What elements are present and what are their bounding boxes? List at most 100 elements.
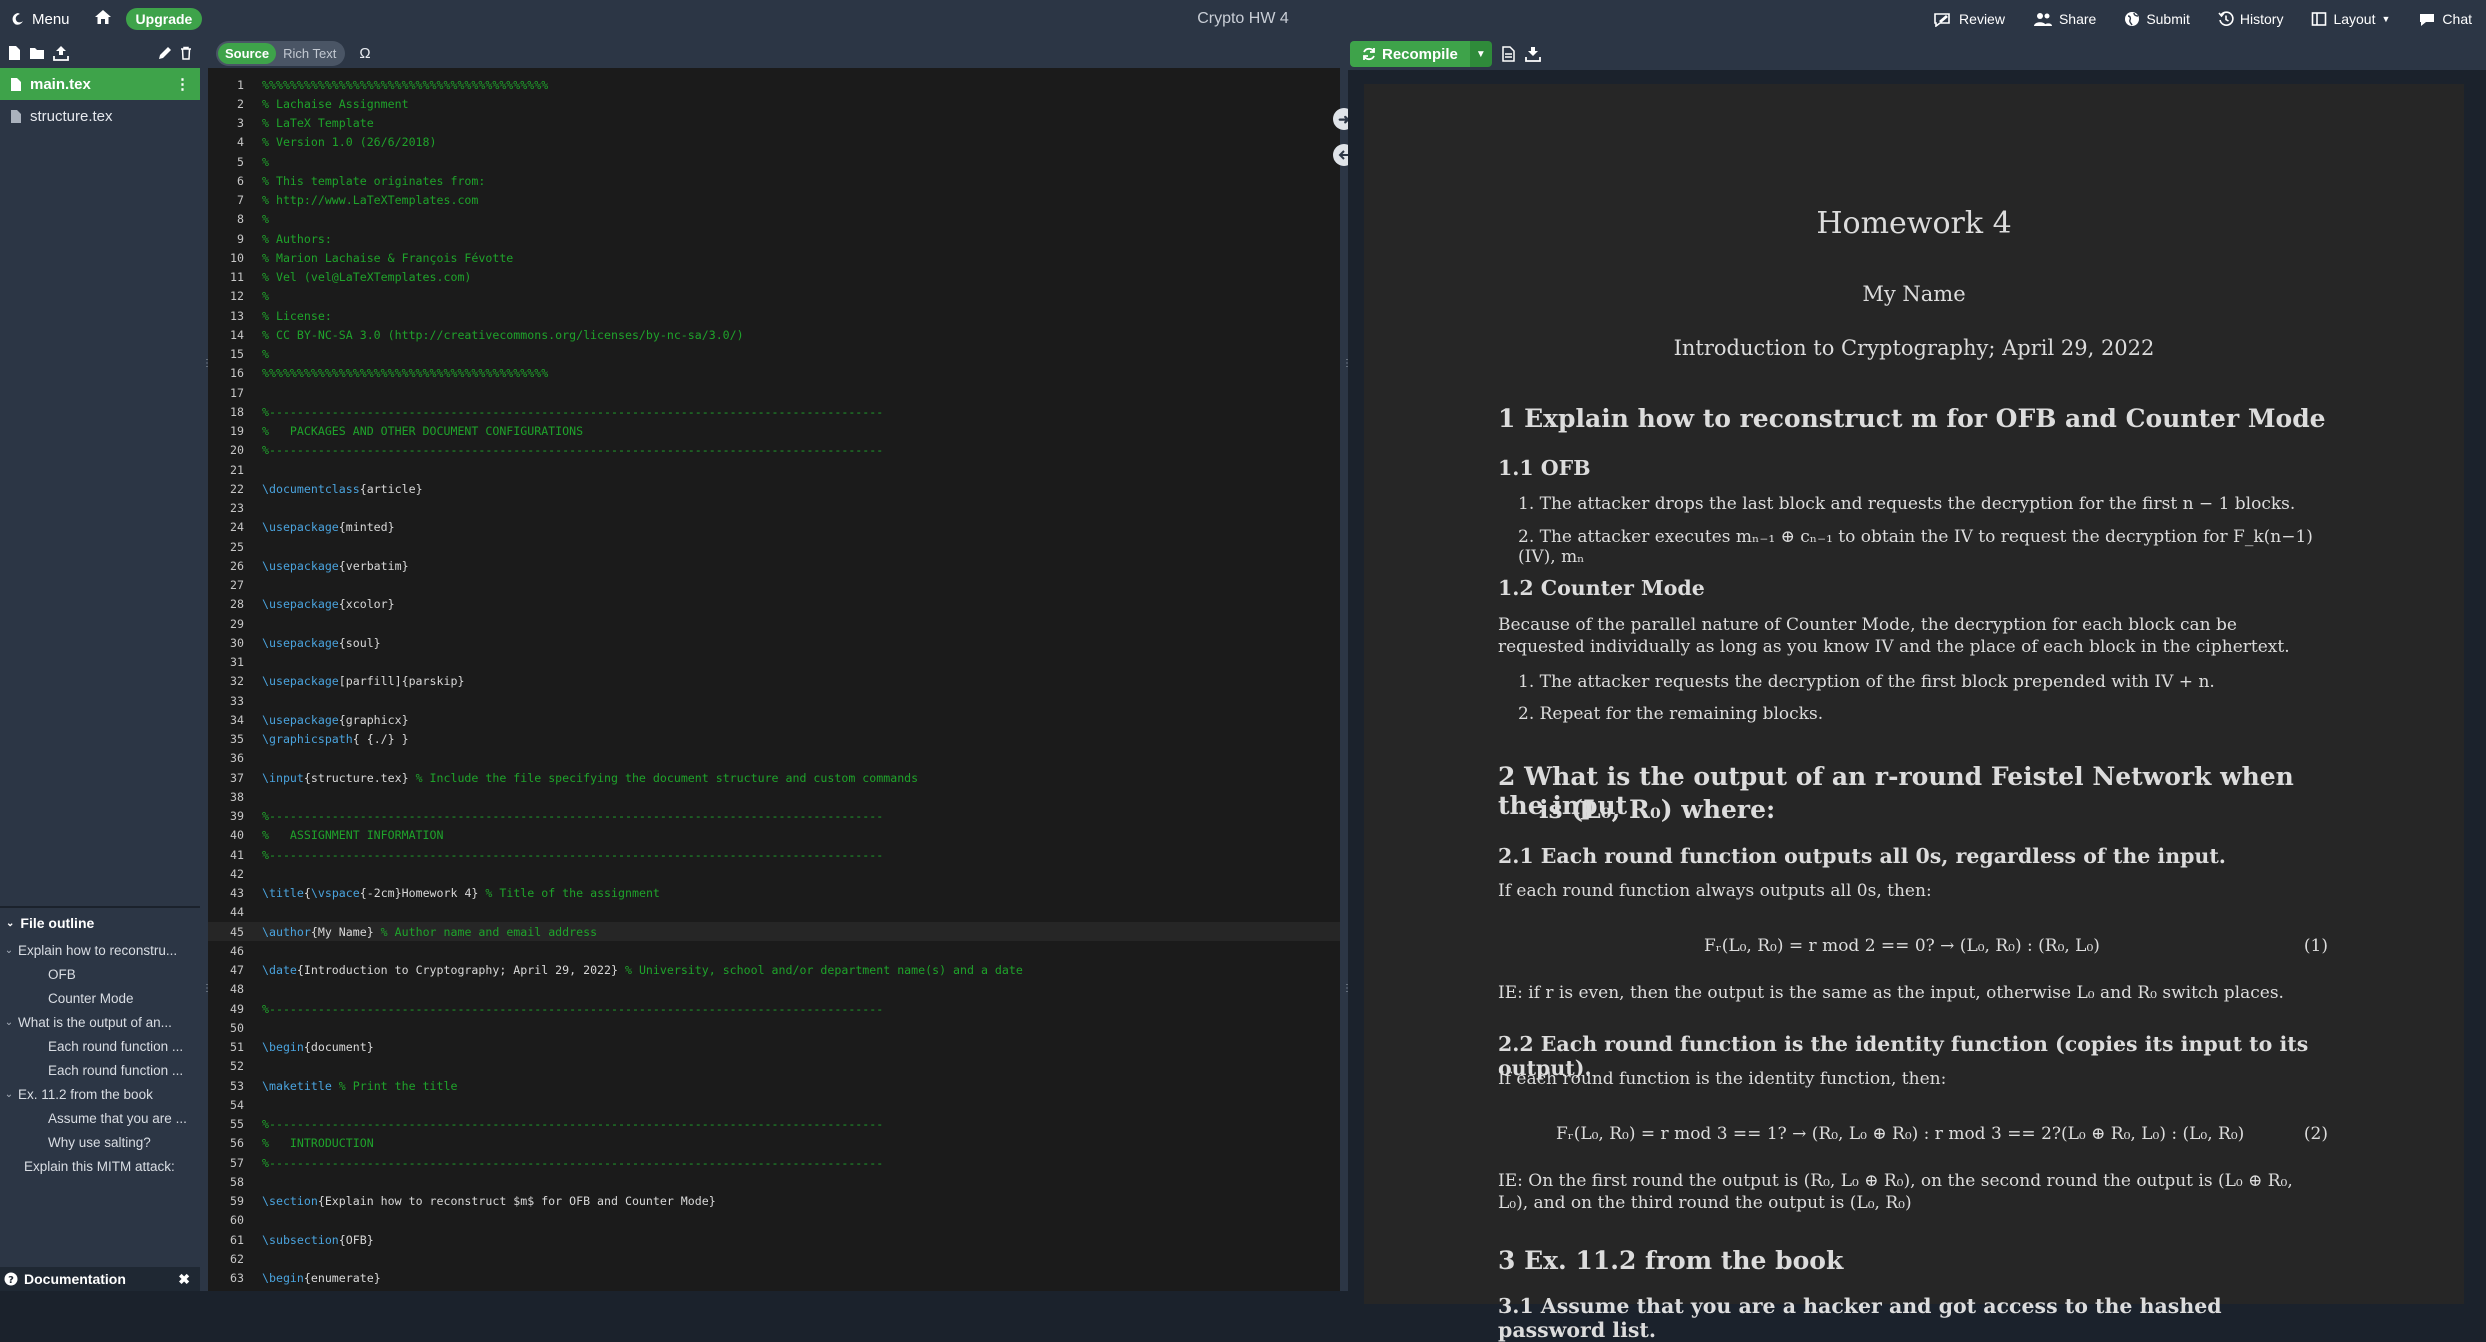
upgrade-button[interactable]: Upgrade <box>125 8 203 30</box>
symbol-palette-button[interactable]: Ω <box>359 45 370 62</box>
sidebar-splitter[interactable]: ⋮ ⋮ <box>200 38 212 1291</box>
rename-pencil-icon[interactable] <box>158 46 172 60</box>
code-line[interactable]: 57 %-------------------------------------… <box>208 1153 1340 1172</box>
code-line[interactable]: 16%%%%%%%%%%%%%%%%%%%%%%%%%%%%%%%%%%%%%%… <box>208 364 1340 383</box>
source-rich-text-toggle[interactable]: Source Rich Text <box>216 40 346 66</box>
review-button[interactable]: Review <box>1919 0 2019 38</box>
recompile-button[interactable]: Recompile ▼ <box>1350 41 1492 67</box>
code-line[interactable]: 32 \usepackage[parfill]{parskip} <box>208 672 1340 691</box>
delete-trash-icon[interactable] <box>180 46 192 60</box>
file-menu-kebab-icon[interactable]: ⋮ <box>175 75 190 93</box>
editor-preview-splitter[interactable]: ⋮ ⋮ <box>1340 38 1352 1291</box>
code-line[interactable]: 5% <box>208 152 1340 171</box>
home-icon[interactable] <box>80 9 126 30</box>
code-line[interactable]: 1%%%%%%%%%%%%%%%%%%%%%%%%%%%%%%%%%%%%%%%… <box>208 75 1340 94</box>
code-line[interactable]: 3 % LaTeX Template <box>208 114 1340 133</box>
outline-item[interactable]: Each round function ... <box>0 1058 200 1082</box>
code-line[interactable]: 22 \documentclass{article} <box>208 479 1340 498</box>
code-line[interactable]: 31 <box>208 653 1340 672</box>
code-line[interactable]: 19 % PACKAGES AND OTHER DOCUMENT CONFIGUR… <box>208 422 1340 441</box>
caret-down-icon[interactable]: ▼ <box>1469 41 1492 67</box>
code-line[interactable]: 18 %-------------------------------------… <box>208 402 1340 421</box>
code-line[interactable]: 4 % Version 1.0 (26/6/2018) <box>208 133 1340 152</box>
code-line[interactable]: 28 \usepackage{xcolor} <box>208 595 1340 614</box>
code-line[interactable]: 60 <box>208 1211 1340 1230</box>
history-button[interactable]: History <box>2204 0 2298 38</box>
code-line[interactable]: 20 %-------------------------------------… <box>208 441 1340 460</box>
code-line[interactable]: 27 <box>208 576 1340 595</box>
submit-button[interactable]: Submit <box>2110 0 2204 38</box>
code-line[interactable]: 39 %-------------------------------------… <box>208 807 1340 826</box>
code-line[interactable]: 29 <box>208 614 1340 633</box>
layout-button[interactable]: Layout ▼ <box>2297 0 2404 38</box>
menu-button[interactable]: Menu <box>0 11 80 28</box>
code-line[interactable]: 23 <box>208 499 1340 518</box>
chevron-down-icon[interactable]: ⌄ <box>0 1089 18 1100</box>
code-line[interactable]: 44 <box>208 903 1340 922</box>
code-line[interactable]: 40 % ASSIGNMENT INFORMATION <box>208 826 1340 845</box>
code-line[interactable]: 6 % This template originates from: <box>208 171 1340 190</box>
code-line[interactable]: 50 <box>208 1018 1340 1037</box>
outline-item[interactable]: ⌄ What is the output of an... <box>0 1010 200 1034</box>
code-line[interactable]: 26 \usepackage{verbatim} <box>208 556 1340 575</box>
source-editor[interactable]: Source Rich Text Ω 1%%%%%%%%%%%%%%%%%%%%… <box>208 38 1340 1291</box>
code-line[interactable]: 38 <box>208 787 1340 806</box>
outline-item[interactable]: Each round function ... <box>0 1034 200 1058</box>
code-line[interactable]: 53 \maketitle % Print the title <box>208 1076 1340 1095</box>
download-icon[interactable] <box>1524 46 1541 62</box>
chevron-down-icon[interactable]: ⌄ <box>0 1017 18 1028</box>
code-line[interactable]: 12% <box>208 287 1340 306</box>
drag-handle-icon[interactable]: ⋮ <box>202 983 212 994</box>
code-line[interactable]: 9 % Authors: <box>208 229 1340 248</box>
code-line[interactable]: 36 <box>208 749 1340 768</box>
new-folder-icon[interactable] <box>29 46 45 60</box>
code-line[interactable]: 51 \begin{document} <box>208 1038 1340 1057</box>
outline-item[interactable]: ⌄ Ex. 11.2 from the book <box>0 1082 200 1106</box>
outline-item[interactable]: Explain this MITM attack: <box>0 1154 200 1178</box>
code-line[interactable]: 10 % Marion Lachaise & François Févotte <box>208 248 1340 267</box>
code-line[interactable]: 52 <box>208 1057 1340 1076</box>
code-line[interactable]: 63 \begin{enumerate} <box>208 1269 1340 1288</box>
recompile-main[interactable]: Recompile <box>1350 41 1470 67</box>
code-line[interactable]: 56 % INTRODUCTION <box>208 1134 1340 1153</box>
code-line[interactable]: 61 \subsection{OFB} <box>208 1230 1340 1249</box>
code-line[interactable]: 21 <box>208 460 1340 479</box>
code-line[interactable]: 35 \graphicspath{ {./} } <box>208 730 1340 749</box>
code-line[interactable]: 11 % Vel (vel@LaTeXTemplates.com) <box>208 268 1340 287</box>
outline-item[interactable]: ⌄ Explain how to reconstru... <box>0 938 200 962</box>
code-line[interactable]: 7 % http://www.LaTeXTemplates.com <box>208 191 1340 210</box>
code-line[interactable]: 49 %-------------------------------------… <box>208 999 1340 1018</box>
code-line[interactable]: 41 %-------------------------------------… <box>208 845 1340 864</box>
outline-item[interactable]: Why use salting? <box>0 1130 200 1154</box>
code-line[interactable]: 33 <box>208 691 1340 710</box>
outline-item[interactable]: OFB <box>0 962 200 986</box>
drag-handle-icon[interactable]: ⋮ <box>202 358 212 369</box>
code-line[interactable]: 43 \title{\vspace{-2cm}Homework 4} % Titl… <box>208 884 1340 903</box>
code-line[interactable]: 47 \date{Introduction to Cryptography; Ap… <box>208 961 1340 980</box>
code-line[interactable]: 58 <box>208 1172 1340 1191</box>
code-line[interactable]: 37 \input{structure.tex} % Include the fi… <box>208 768 1340 787</box>
outline-item[interactable]: Assume that you are ... <box>0 1106 200 1130</box>
code-line[interactable]: 62 <box>208 1249 1340 1268</box>
code-line[interactable]: 2 % Lachaise Assignment <box>208 94 1340 113</box>
code-line[interactable]: 54 <box>208 1095 1340 1114</box>
code-line[interactable]: 46 <box>208 941 1340 960</box>
file-outline-header[interactable]: ⌄ File outline <box>0 908 200 938</box>
close-icon[interactable]: ✖ <box>178 1271 196 1288</box>
code-line[interactable]: 17 <box>208 383 1340 402</box>
code-line[interactable]: 34 \usepackage{graphicx} <box>208 710 1340 729</box>
code-line[interactable]: 59 \section{Explain how to reconstruct $m… <box>208 1192 1340 1211</box>
documentation-bar[interactable]: ? Documentation ✖ <box>0 1267 200 1291</box>
chevron-down-icon[interactable]: ⌄ <box>0 945 18 956</box>
code-line[interactable]: 48 <box>208 980 1340 999</box>
code-line[interactable]: 8% <box>208 210 1340 229</box>
code-line[interactable]: 25 <box>208 537 1340 556</box>
file-item-structure-tex[interactable]: structure.tex <box>0 100 200 132</box>
code-line[interactable]: 24 \usepackage{minted} <box>208 518 1340 537</box>
code-line[interactable]: 55 %-------------------------------------… <box>208 1115 1340 1134</box>
new-file-icon[interactable] <box>8 45 21 61</box>
code-line[interactable]: 15% <box>208 345 1340 364</box>
code-line[interactable]: 13 % License: <box>208 306 1340 325</box>
code-line[interactable]: 30 \usepackage{soul} <box>208 633 1340 652</box>
code-line[interactable]: 14 % CC BY-NC-SA 3.0 (http://creativecomm… <box>208 325 1340 344</box>
